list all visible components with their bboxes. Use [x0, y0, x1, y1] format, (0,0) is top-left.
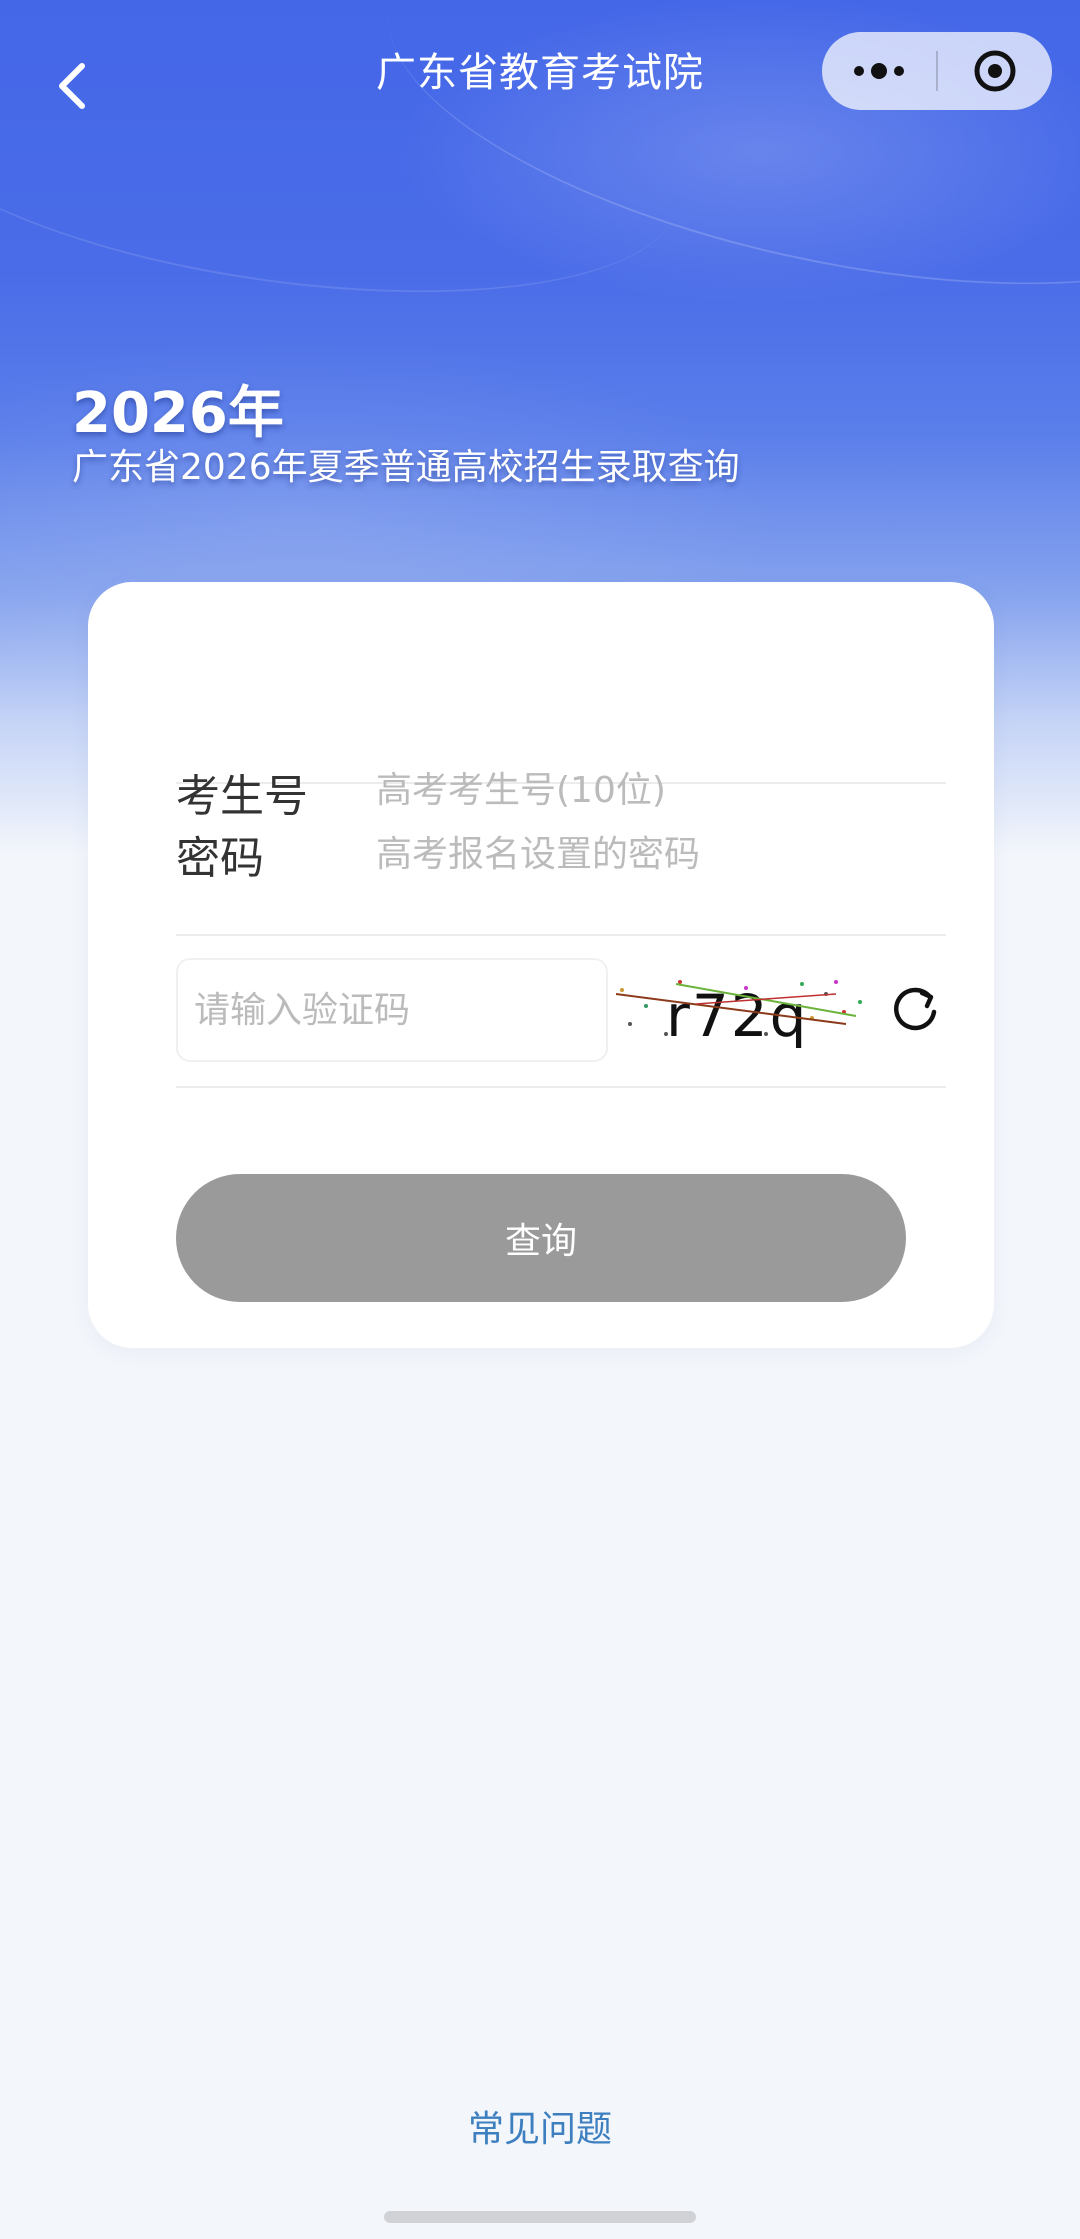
hero-subtitle: 广东省2026年夏季普通高校招生录取查询 [72, 447, 740, 488]
more-button[interactable] [822, 32, 936, 110]
captcha-input[interactable] [194, 982, 594, 1038]
close-miniprogram-button[interactable] [938, 32, 1052, 110]
captcha-refresh-button[interactable] [888, 980, 944, 1040]
home-indicator [384, 2211, 696, 2223]
password-label: 密码 [176, 833, 264, 884]
query-button[interactable]: 查询 [176, 1174, 906, 1302]
back-button[interactable] [42, 56, 102, 116]
refresh-icon [894, 987, 937, 1031]
target-circle-icon [974, 50, 1016, 92]
captcha-input-box [176, 958, 608, 1062]
chevron-left-icon [59, 63, 85, 109]
query-form-card: 考生号 密码 [88, 582, 994, 1348]
mini-program-capsule [822, 32, 1052, 110]
password-row: 密码 [176, 782, 946, 936]
candidate-number-row: 考生号 [176, 670, 946, 822]
faq-link[interactable]: 常见问题 [0, 2100, 1080, 2152]
password-input[interactable] [376, 826, 936, 882]
hero-year: 2026年 [72, 381, 284, 446]
captcha-image[interactable]: r72q [616, 954, 866, 1064]
captcha-row: r72q [176, 934, 946, 1088]
more-dots-icon [854, 63, 904, 79]
